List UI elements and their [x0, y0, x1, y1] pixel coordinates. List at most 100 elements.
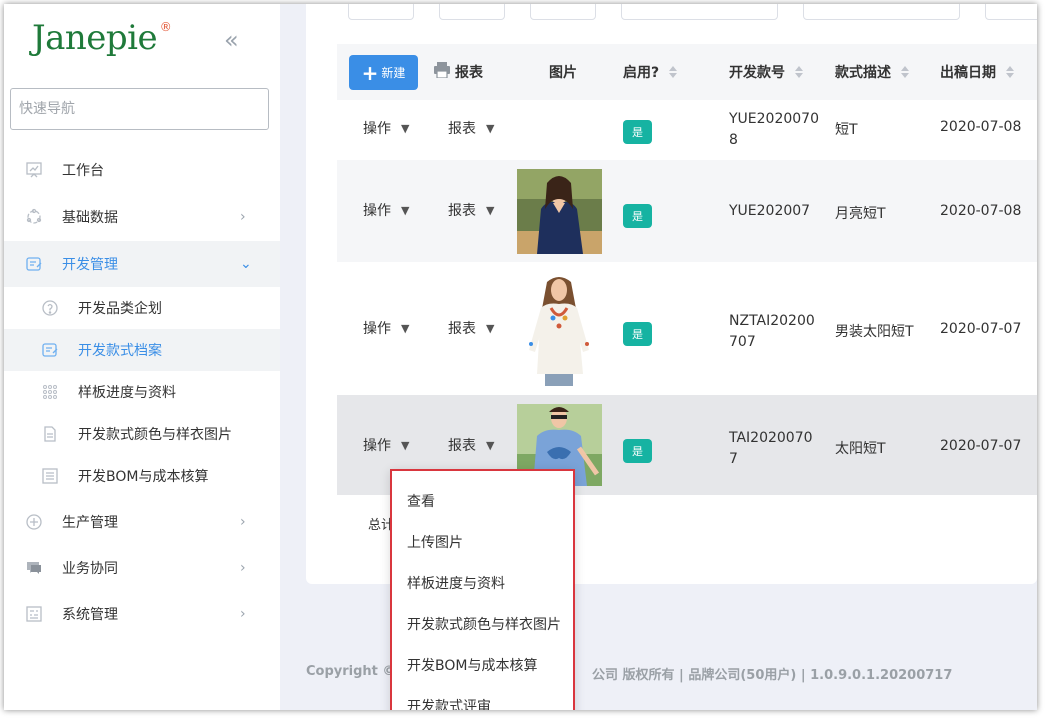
- row-action-dropdown[interactable]: 操作 ▼: [363, 118, 409, 138]
- menu-item-dev-management[interactable]: 开发管理 ⌄: [4, 241, 280, 287]
- chevron-down-icon: ▼: [486, 321, 495, 335]
- release-date: 2020-07-07: [940, 321, 1022, 337]
- filter-input[interactable]: [530, 4, 596, 20]
- row-report-dropdown[interactable]: 报表 ▼: [448, 318, 494, 338]
- chevron-down-icon: ▼: [401, 321, 410, 335]
- header-release-date-label: 出稿日期: [940, 65, 996, 81]
- badge-text: 是: [623, 204, 652, 228]
- header-dev-code[interactable]: 开发款号: [729, 44, 803, 100]
- footer-company: 公司 版权所有 | 品牌公司(50用户) | 1.0.9.0.1.2020071…: [592, 668, 953, 683]
- dev-code: TAI20200707: [729, 430, 813, 467]
- chevron-down-icon: ▼: [401, 121, 410, 135]
- data-icon: [24, 207, 44, 227]
- enabled-badge: 是: [623, 439, 652, 463]
- menu-item-production[interactable]: 生产管理 ›: [4, 499, 280, 545]
- dev-code: YUE202007: [729, 203, 811, 219]
- filter-input[interactable]: [803, 4, 960, 20]
- list-icon: [40, 466, 60, 486]
- table-row: 操作 ▼ 报表 ▼ 是 YUE202007 月亮短T 2020-07-08: [337, 160, 1037, 262]
- row-report-dropdown[interactable]: 报表 ▼: [448, 200, 494, 220]
- menu-item-business-collab[interactable]: 业务协同 ›: [4, 545, 280, 591]
- header-style-desc[interactable]: 款式描述: [835, 44, 909, 100]
- chevron-right-icon: ›: [240, 560, 246, 576]
- filter-input[interactable]: [621, 4, 778, 20]
- row-action-label: 操作: [363, 203, 391, 219]
- chevron-down-icon: ▼: [486, 203, 495, 217]
- product-thumbnail[interactable]: [517, 274, 602, 386]
- badge-text: 是: [623, 322, 652, 346]
- collapse-sidebar-icon[interactable]: «: [224, 26, 239, 54]
- enabled-badge: 是: [623, 204, 652, 228]
- sort-icon[interactable]: [1006, 66, 1014, 78]
- sidebar-item-style-archive[interactable]: 开发款式档案: [4, 329, 280, 371]
- menu-item-label: 工作台: [62, 163, 104, 179]
- row-report-dropdown[interactable]: 报表 ▼: [448, 435, 494, 455]
- row-action-dropdown[interactable]: 操作 ▼: [363, 435, 409, 455]
- registered-mark: ®: [159, 20, 172, 34]
- style-desc: 月亮短T: [835, 206, 886, 222]
- sidebar-item-category-planning[interactable]: 开发品类企划: [4, 287, 280, 329]
- sort-icon[interactable]: [901, 66, 909, 78]
- printer-icon: [433, 62, 451, 82]
- sidebar-item-color-sample-images[interactable]: 开发款式颜色与样衣图片: [4, 413, 280, 455]
- enabled-badge: 是: [623, 120, 652, 144]
- sidebar-item-pattern-progress[interactable]: 样板进度与资料: [4, 371, 280, 413]
- row-action-menu: 查看 上传图片 样板进度与资料 开发款式颜色与样衣图片 开发BOM与成本核算 开…: [390, 469, 575, 710]
- menu-item-style-review[interactable]: 开发款式评审: [407, 696, 491, 710]
- chevron-right-icon: ›: [240, 606, 246, 622]
- header-report[interactable]: 报表: [433, 44, 483, 100]
- header-release-date[interactable]: 出稿日期: [940, 44, 1014, 100]
- chevron-down-icon: ▼: [486, 121, 495, 135]
- filter-input[interactable]: [985, 4, 1037, 20]
- new-button[interactable]: + 新建: [349, 55, 418, 90]
- filter-input[interactable]: [348, 4, 414, 20]
- menu-item-label: 系统管理: [62, 607, 118, 623]
- dev-code: YUE20200708: [729, 111, 819, 148]
- sub-item-label: 样板进度与资料: [78, 385, 176, 401]
- sidebar: Janepie® « 工作台 基础数据 › 开发管理 ⌄: [4, 4, 280, 710]
- enabled-badge: 是: [623, 322, 652, 346]
- menu-item-system[interactable]: 系统管理 ›: [4, 591, 280, 637]
- row-report-label: 报表: [448, 203, 476, 219]
- sub-item-label: 开发款式档案: [78, 343, 162, 359]
- quick-nav-input[interactable]: [10, 88, 269, 130]
- new-button-label: 新建: [381, 66, 406, 80]
- menu-item-label: 生产管理: [62, 515, 118, 531]
- sort-icon[interactable]: [669, 66, 678, 78]
- chevron-right-icon: ›: [240, 514, 246, 530]
- row-action-dropdown[interactable]: 操作 ▼: [363, 318, 409, 338]
- row-report-label: 报表: [448, 121, 476, 137]
- menu-item-bom-costing[interactable]: 开发BOM与成本核算: [407, 655, 537, 675]
- chevron-down-icon: ▼: [486, 438, 495, 452]
- menu-item-color-sample-images[interactable]: 开发款式颜色与样衣图片: [407, 614, 561, 634]
- menu-item-workbench[interactable]: 工作台: [4, 147, 280, 193]
- app-window: Janepie® « 工作台 基础数据 › 开发管理 ⌄: [4, 4, 1037, 710]
- footer-copyright: Copyright ©: [306, 664, 396, 679]
- row-action-dropdown[interactable]: 操作 ▼: [363, 200, 409, 220]
- header-style-desc-label: 款式描述: [835, 65, 891, 81]
- menu-item-base-data[interactable]: 基础数据 ›: [4, 194, 280, 240]
- sub-item-label: 开发BOM与成本核算: [78, 469, 209, 485]
- header-enabled[interactable]: 启用?: [623, 44, 678, 100]
- row-report-dropdown[interactable]: 报表 ▼: [448, 118, 494, 138]
- table-row: 操作 ▼ 报表 ▼ 是 YUE20200708 短T 2020-07-08: [337, 100, 1037, 160]
- row-action-label: 操作: [363, 438, 391, 454]
- sub-item-label: 开发款式颜色与样衣图片: [78, 427, 232, 443]
- header-enabled-label: 启用?: [623, 65, 660, 81]
- release-date: 2020-07-08: [940, 119, 1022, 135]
- menu-item-upload-image[interactable]: 上传图片: [407, 532, 463, 552]
- sort-icon[interactable]: [795, 66, 803, 78]
- archive-icon: [40, 340, 60, 360]
- style-desc: 短T: [835, 122, 858, 138]
- menu-item-view[interactable]: 查看: [407, 491, 435, 511]
- menu-item-pattern-progress[interactable]: 样板进度与资料: [407, 573, 505, 593]
- badge-text: 是: [623, 120, 652, 144]
- row-report-label: 报表: [448, 438, 476, 454]
- product-thumbnail[interactable]: [517, 169, 602, 254]
- filter-input[interactable]: [439, 4, 505, 20]
- question-icon: [40, 298, 60, 318]
- sidebar-item-bom-costing[interactable]: 开发BOM与成本核算: [4, 455, 280, 497]
- menu-item-label: 业务协同: [62, 561, 118, 577]
- settings-icon: [24, 604, 44, 624]
- release-date: 2020-07-07: [940, 438, 1022, 454]
